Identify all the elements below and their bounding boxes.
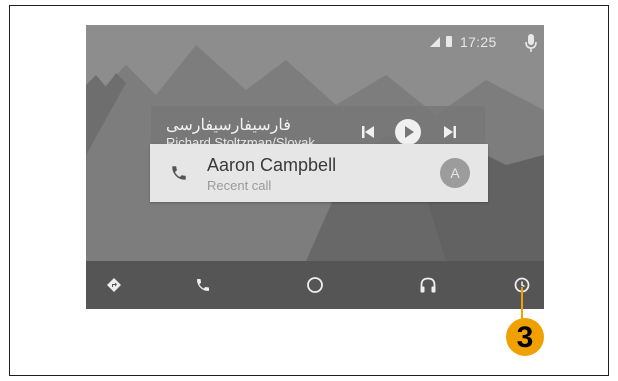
play-icon[interactable] bbox=[394, 118, 422, 146]
android-auto-screen: 17:25 فارسیفارسیفارسی Richard Stoltzman/… bbox=[86, 25, 544, 309]
home-icon bbox=[307, 277, 323, 293]
battery-icon bbox=[446, 36, 452, 47]
nav-item-navigation[interactable] bbox=[86, 261, 144, 309]
avatar[interactable]: A bbox=[440, 158, 470, 188]
phone-icon bbox=[172, 166, 186, 180]
media-title: فارسیفارسیفارسی bbox=[166, 117, 291, 134]
callout-3: 3 bbox=[506, 318, 544, 356]
mic-icon[interactable] bbox=[524, 33, 538, 53]
contact-name: Aaron Campbell bbox=[207, 155, 337, 175]
nav-bar bbox=[86, 261, 544, 309]
skip-next-icon[interactable] bbox=[443, 125, 457, 139]
navigation-icon bbox=[107, 278, 121, 292]
recent-call-card[interactable]: Aaron Campbell Recent call A bbox=[150, 144, 488, 202]
nav-item-home[interactable] bbox=[285, 261, 345, 309]
callout-line bbox=[521, 287, 523, 322]
nav-item-music[interactable] bbox=[398, 261, 458, 309]
call-subtitle: Recent call bbox=[207, 178, 272, 193]
headphones-icon bbox=[420, 277, 436, 293]
nav-item-phone[interactable] bbox=[173, 261, 233, 309]
status-bar: 17:25 bbox=[384, 25, 544, 61]
phone-icon bbox=[197, 279, 209, 291]
nav-item-recents[interactable] bbox=[492, 261, 544, 309]
status-time: 17:25 bbox=[460, 34, 497, 50]
skip-previous-icon[interactable] bbox=[361, 125, 375, 139]
signal-icon bbox=[430, 37, 440, 47]
